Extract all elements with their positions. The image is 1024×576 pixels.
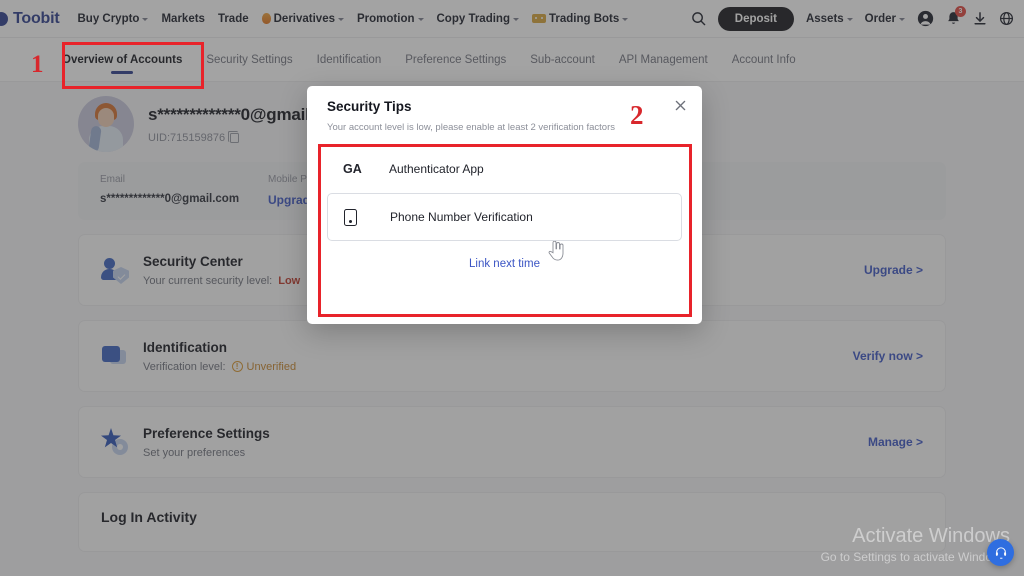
ga-icon: GA: [343, 162, 362, 176]
close-icon[interactable]: [672, 97, 688, 113]
option-label: Authenticator App: [389, 162, 484, 176]
annotation-number-2: 2: [630, 100, 644, 130]
phone-icon: [344, 208, 390, 226]
dialog-footer: Link next time: [327, 241, 682, 272]
option-authenticator-app[interactable]: GA Authenticator App: [327, 145, 682, 193]
annotation-number-1: 1: [31, 51, 44, 78]
option-label: Phone Number Verification: [390, 210, 533, 224]
support-chat-button[interactable]: [987, 539, 1014, 566]
link-next-time-button[interactable]: Link next time: [469, 258, 540, 270]
dialog-subtitle: Your account level is low, please enable…: [327, 122, 615, 133]
dialog-title: Security Tips: [327, 99, 412, 114]
app-root: Toobit Buy Crypto Markets Trade Derivati…: [0, 0, 1024, 576]
option-phone-number-verification[interactable]: Phone Number Verification: [327, 193, 682, 241]
headset-icon: [995, 546, 1006, 559]
dialog-body: GA Authenticator App Phone Number Verifi…: [307, 133, 702, 272]
